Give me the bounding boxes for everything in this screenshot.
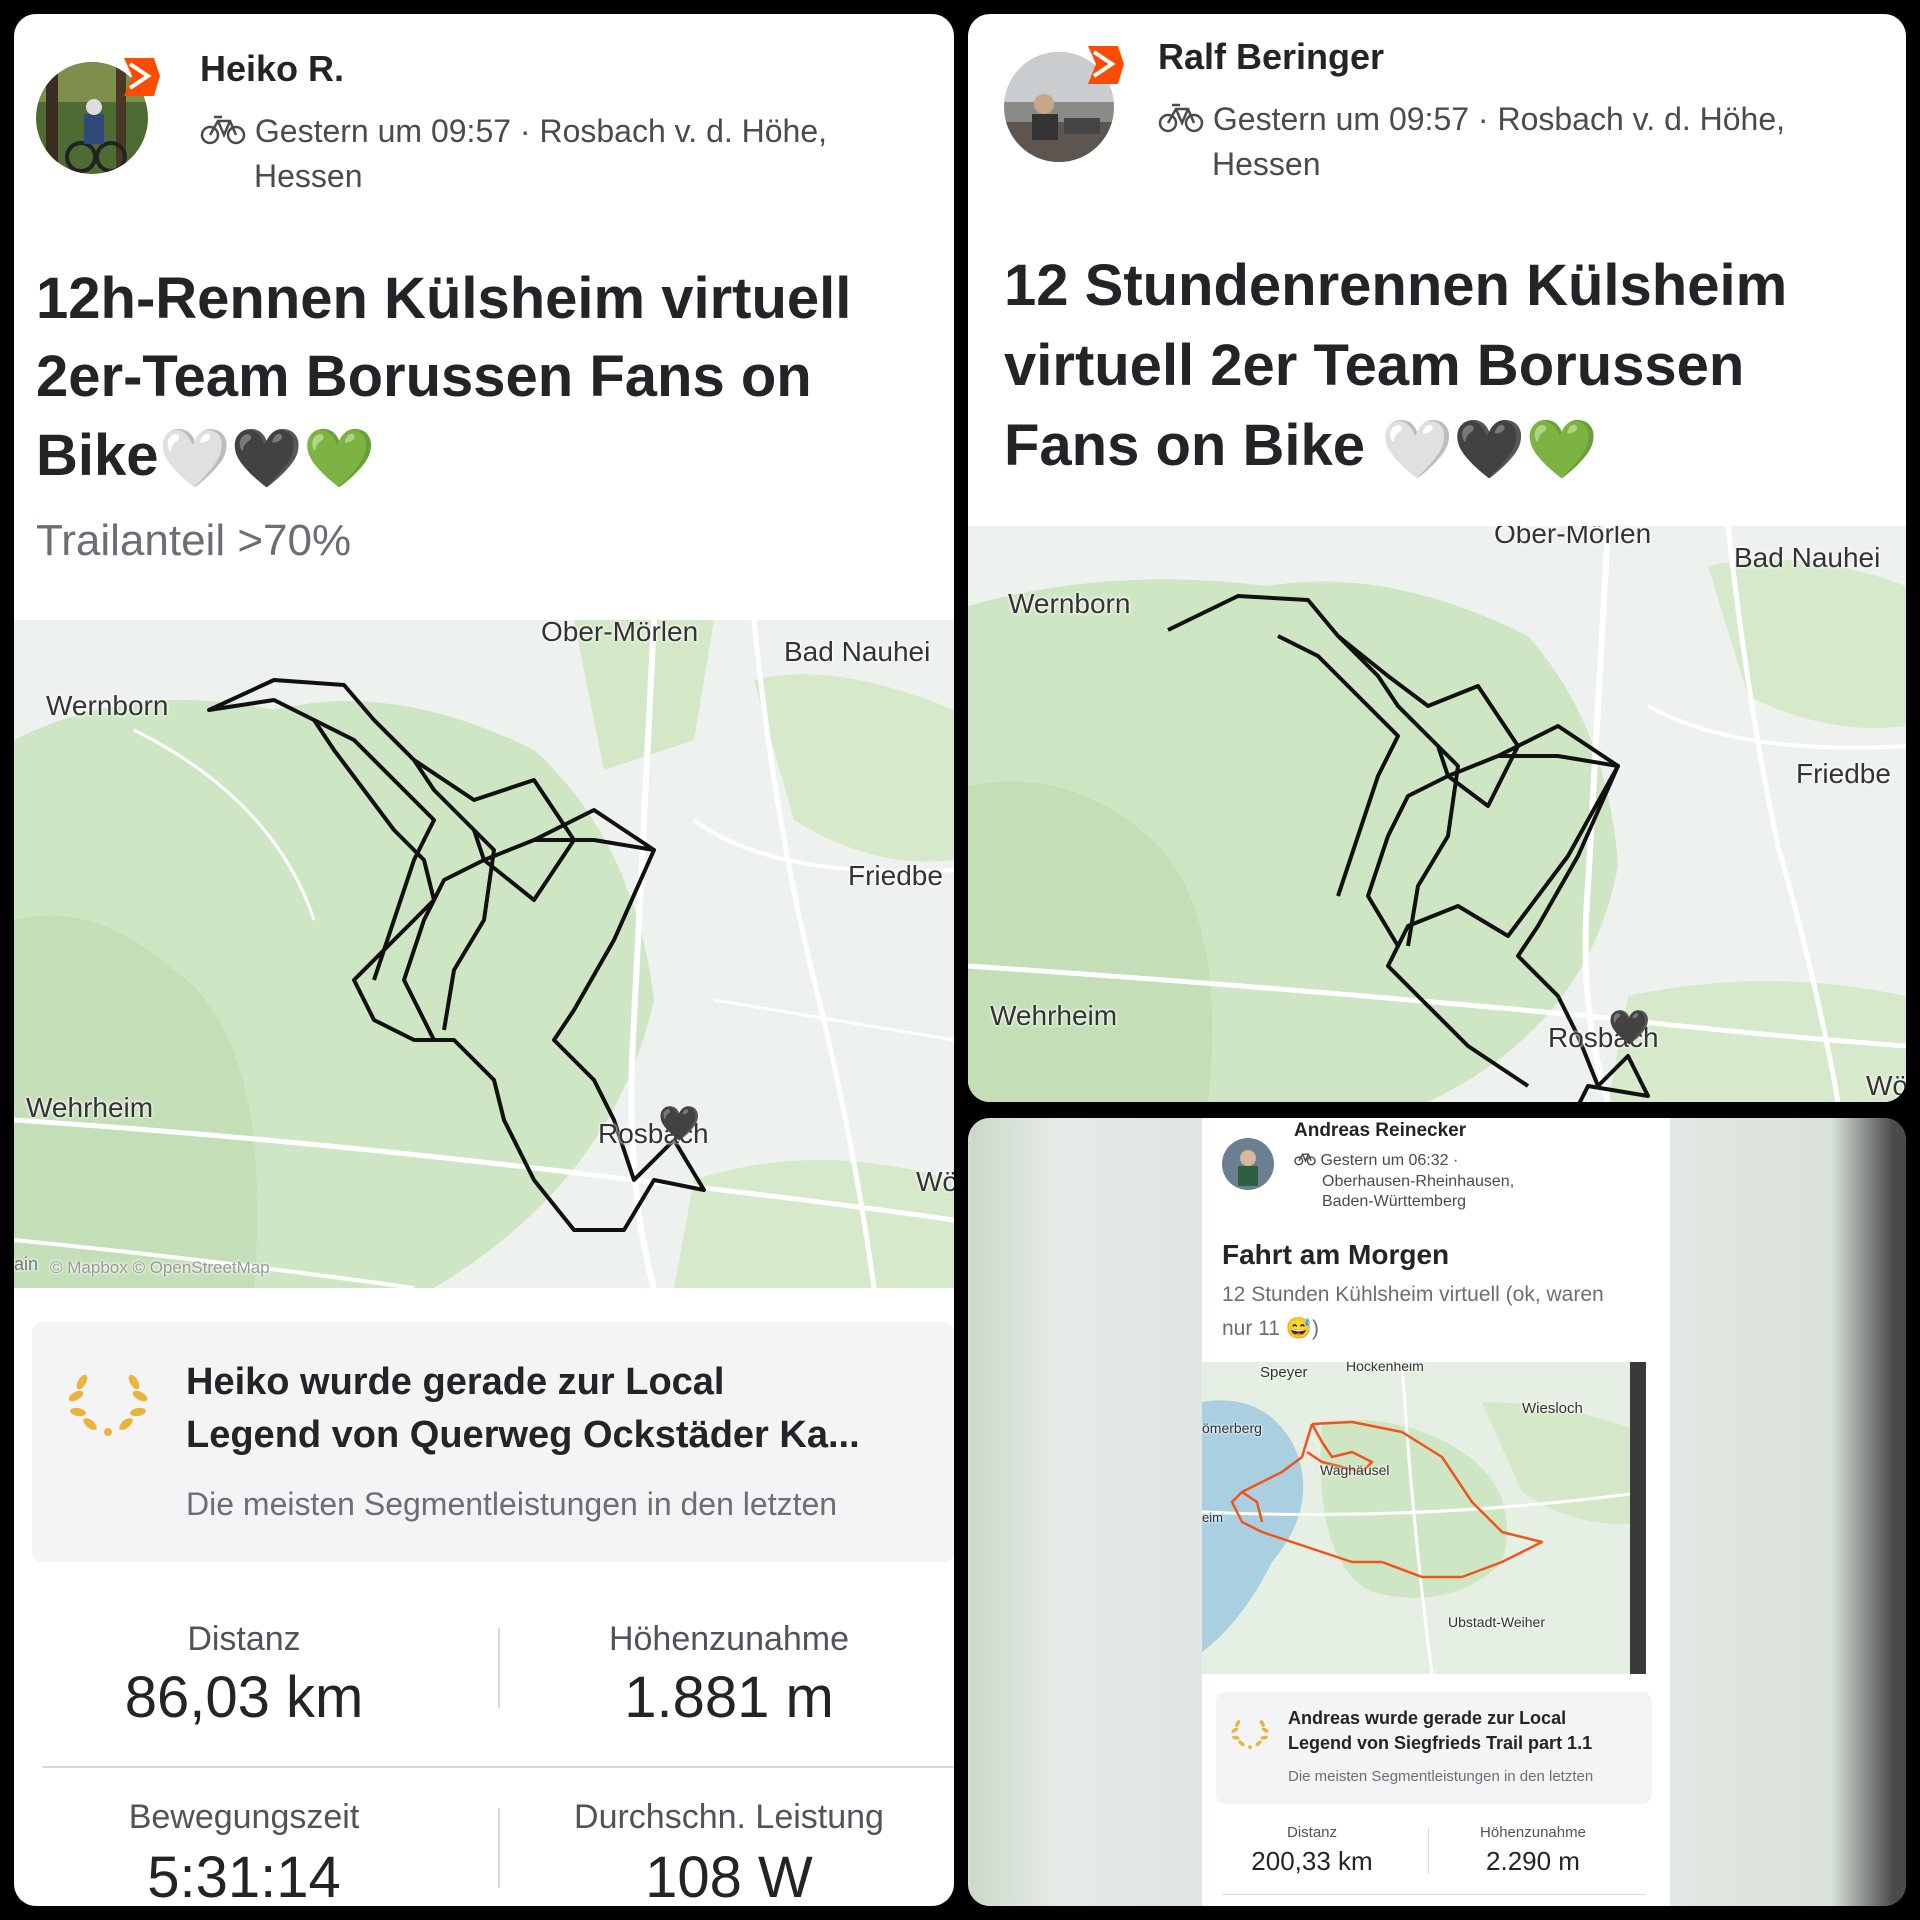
activity-description: 12 Stunden Kühlsheim virtuell (ok, waren… xyxy=(1222,1278,1604,1346)
map-label: ain xyxy=(14,1254,39,1274)
moving-time-value: 5:31:14 xyxy=(147,1845,341,1906)
map-label: Speyer xyxy=(1260,1364,1308,1381)
avg-power-value: 108 W xyxy=(645,1845,813,1906)
legend-description: Die meisten Segmentleistungen in den let… xyxy=(1288,1768,1594,1785)
distance-value: 86,03 km xyxy=(124,1665,364,1730)
distance-value: 200,33 km xyxy=(1251,1846,1373,1876)
map-label: ömerberg xyxy=(1202,1420,1262,1436)
local-legend-banner[interactable]: Andreas wurde gerade zur Local Legend vo… xyxy=(1216,1692,1652,1804)
description-line: nur 11 😅) xyxy=(1222,1317,1319,1340)
activity-card-ralf: Ralf Beringer Gestern um 09:57 · Rosbach… xyxy=(968,14,1906,1102)
map-label: Hockenheim xyxy=(1346,1362,1424,1374)
activity-card-andreas: Andreas Reinecker Gestern um 06:32 · Obe… xyxy=(968,1118,1906,1906)
map-label: Wö xyxy=(1866,1070,1906,1101)
local-legend-banner[interactable]: Heiko wurde gerade zur Local Legend von … xyxy=(32,1322,954,1562)
divider xyxy=(1428,1828,1429,1874)
divider xyxy=(1222,1894,1646,1895)
legend-title-line: Legend von Querweg Ockstäder Ka... xyxy=(186,1414,860,1457)
activity-location: Hessen xyxy=(1212,145,1321,182)
description-line: 12 Stunden Kühlsheim virtuell (ok, waren xyxy=(1222,1283,1604,1306)
activity-time: Gestern um 09:57 · Rosbach v. d. Höhe, xyxy=(254,113,828,149)
map-label: Wernborn xyxy=(1008,588,1131,619)
bike-icon xyxy=(1158,101,1204,143)
title-line: Fans on Bike xyxy=(1004,413,1365,478)
blurred-background xyxy=(968,1118,1198,1906)
blurred-background xyxy=(1656,1118,1906,1906)
map-label: Friedbe xyxy=(1796,758,1891,789)
title-line: virtuell 2er Team Borussen xyxy=(1004,333,1745,398)
route-map[interactable]: Speyer Hockenheim ömerberg Wiesloch Wagh… xyxy=(1202,1362,1646,1674)
map-label: Wehrheim xyxy=(26,1092,154,1123)
activity-title[interactable]: 12 Stundenrennen Külsheim virtuell 2er T… xyxy=(1004,246,1787,490)
map-label: eim xyxy=(1202,1510,1223,1525)
green-heart-icon: 💚 xyxy=(1525,416,1598,482)
map-label: Wernborn xyxy=(46,690,169,721)
activity-title[interactable]: Fahrt am Morgen xyxy=(1222,1236,1449,1274)
distance-label: Distanz xyxy=(187,1620,301,1658)
map-label: Waghäusel xyxy=(1320,1462,1390,1478)
divider xyxy=(42,1766,954,1768)
laurel-icon xyxy=(1228,1714,1272,1755)
white-heart-icon: 🤍 xyxy=(1381,416,1454,482)
legend-title: Heiko wurde gerade zur Local Legend von … xyxy=(186,1356,860,1462)
activity-location: Baden-Württemberg xyxy=(1322,1193,1467,1210)
black-heart-icon: 🖤 xyxy=(1453,416,1526,482)
legend-description: Die meisten Segmentleistungen in den let… xyxy=(186,1486,838,1522)
bike-icon xyxy=(1294,1150,1316,1172)
map-label: Ober-Mörlen xyxy=(541,620,699,647)
laurel-icon xyxy=(62,1362,154,1443)
moving-time-label: Bewegungszeit xyxy=(128,1798,360,1836)
activity-meta: Gestern um 06:32 · Oberhausen-Rheinhause… xyxy=(1294,1150,1514,1212)
map-label: Wehrheim xyxy=(990,1000,1118,1031)
athlete-name[interactable]: Andreas Reinecker xyxy=(1294,1120,1466,1142)
activity-time: Gestern um 06:32 · xyxy=(1320,1152,1459,1170)
map-label: Bad Nauhei xyxy=(784,636,931,667)
elevation-value: 2.290 m xyxy=(1486,1846,1580,1876)
map-label: Ubstadt-Weiher xyxy=(1448,1614,1546,1630)
black-heart-marker-icon: 🖤 xyxy=(658,1105,701,1143)
title-line: 2er-Team Borussen Fans on xyxy=(36,344,812,410)
map-attribution[interactable]: © Mapbox © OpenStreetMap xyxy=(50,1258,270,1278)
map-label: Bad Nauhei xyxy=(1734,542,1881,573)
legend-title: Andreas wurde gerade zur Local Legend vo… xyxy=(1288,1706,1592,1756)
elevation-value: 1.881 m xyxy=(624,1665,834,1730)
elevation-label: Höhenzunahme xyxy=(608,1620,850,1658)
activity-location: Hessen xyxy=(254,157,363,194)
black-heart-marker-icon: 🖤 xyxy=(1608,1009,1651,1047)
activity-meta: Gestern um 09:57 · Rosbach v. d. Höhe, H… xyxy=(1158,98,1785,185)
legend-title-line: Andreas wurde gerade zur Local xyxy=(1288,1708,1567,1728)
distance-label: Distanz xyxy=(1286,1824,1338,1841)
white-heart-icon: 🤍 xyxy=(158,426,231,492)
map-label: Ober-Mörlen xyxy=(1494,526,1652,549)
route-map[interactable]: Ober-Mörlen Bad Nauhei Wernborn Friedbe … xyxy=(14,620,954,1288)
title-line: 12h-Rennen Külsheim virtuell xyxy=(36,266,852,331)
avatar[interactable] xyxy=(1222,1138,1274,1190)
activity-location: Oberhausen-Rheinhausen, xyxy=(1322,1173,1515,1190)
map-label: Wö xyxy=(916,1166,954,1197)
bike-icon xyxy=(200,113,246,155)
activity-description: Trailanteil >70% xyxy=(36,516,352,565)
green-heart-icon: 💚 xyxy=(302,426,376,492)
divider xyxy=(498,1628,500,1708)
activity-card-heiko: Heiko R. Gestern um 09:57 · Rosbach v. d… xyxy=(14,14,954,1906)
elevation-label: Höhenzunahme xyxy=(1480,1824,1586,1841)
title-line: Bike xyxy=(36,422,159,488)
activity-title[interactable]: 12h-Rennen Külsheim virtuell 2er-Team Bo… xyxy=(36,260,851,498)
avg-power-label: Durchschn. Leistung xyxy=(574,1798,884,1836)
route-map[interactable]: Ober-Mörlen Bad Nauhei Wernborn Friedbe … xyxy=(968,526,1906,1102)
black-heart-icon: 🖤 xyxy=(230,426,303,492)
activity-time: Gestern um 09:57 · Rosbach v. d. Höhe, xyxy=(1212,101,1786,137)
athlete-name[interactable]: Heiko R. xyxy=(200,48,344,90)
strava-badge-icon xyxy=(120,54,162,105)
strava-badge-icon xyxy=(1084,42,1126,93)
legend-title-line: Legend von Siegfrieds Trail part 1.1 xyxy=(1288,1733,1593,1754)
map-label: Friedbe xyxy=(848,860,943,891)
map-label: Wiesloch xyxy=(1522,1400,1583,1417)
divider xyxy=(498,1808,500,1888)
athlete-name[interactable]: Ralf Beringer xyxy=(1158,36,1384,78)
inner-card: Andreas Reinecker Gestern um 06:32 · Obe… xyxy=(1202,1118,1670,1906)
activity-meta: Gestern um 09:57 · Rosbach v. d. Höhe, H… xyxy=(200,110,827,197)
title-line: 12 Stundenrennen Külsheim xyxy=(1004,253,1788,318)
legend-title-line: Heiko wurde gerade zur Local xyxy=(186,1361,725,1403)
